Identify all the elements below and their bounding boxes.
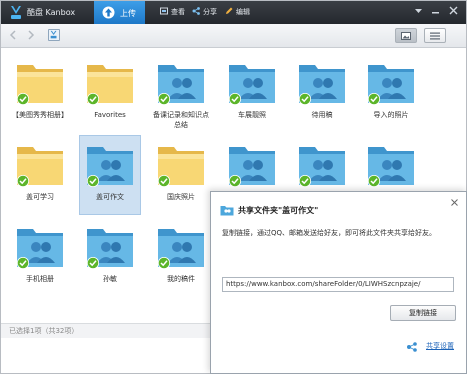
synced-check-icon	[229, 93, 241, 105]
share-folder-dialog: 共享文件夹"盖可作文" 复制链接，通过QQ、邮箱发送给好友，即可将此文件夹共享给…	[210, 191, 467, 374]
synced-check-icon	[158, 257, 170, 269]
view-icon	[160, 7, 168, 15]
synced-check-icon	[17, 175, 29, 187]
status-bar: 已选择1项（共32项）	[1, 323, 219, 338]
folder-name: 车展靓照	[238, 111, 266, 119]
copy-link-button[interactable]: 复制链接	[390, 305, 456, 321]
list-view-icon	[430, 32, 440, 40]
upload-arrow-icon	[102, 6, 115, 19]
folder-item[interactable]: 导入的照片	[361, 54, 421, 132]
pencil-icon	[226, 7, 233, 14]
root-folder-button[interactable]	[48, 29, 60, 41]
thumbnail-view-icon	[401, 32, 411, 40]
upload-label: 上传	[120, 9, 136, 18]
back-icon[interactable]	[9, 30, 17, 40]
view-label: 查看	[171, 8, 185, 16]
synced-check-icon	[158, 93, 170, 105]
synced-check-icon	[87, 175, 99, 187]
close-icon[interactable]	[449, 6, 458, 15]
navigation-bar	[1, 24, 466, 48]
folder-name: Favorites	[94, 111, 126, 119]
view-button[interactable]: 查看	[160, 7, 185, 17]
folder-item[interactable]: 备课记录和知识点总结	[151, 54, 211, 132]
thumbnail-view-button[interactable]	[395, 28, 417, 43]
folder-name: 待用稿	[311, 111, 333, 119]
edit-button[interactable]: 编辑	[225, 7, 250, 17]
synced-check-icon	[229, 175, 241, 187]
share-icon	[192, 7, 200, 15]
folder-name: 盖可作文	[96, 193, 124, 201]
folder-name: 备课记录和知识点总结	[153, 111, 209, 129]
dialog-description: 复制链接，通过QQ、邮箱发送给好友，即可将此文件夹共享给好友。	[222, 229, 437, 237]
synced-check-icon	[17, 257, 29, 269]
forward-icon[interactable]	[27, 30, 35, 40]
share-settings-link[interactable]: 共享设置	[426, 341, 454, 351]
folder-item[interactable]: 孙敏	[80, 218, 140, 296]
folder-item[interactable]: 手机相册	[10, 218, 70, 296]
app-title: 酷盘 Kanbox	[27, 8, 76, 17]
shared-folder-icon	[220, 206, 234, 216]
dialog-close-icon[interactable]	[451, 199, 458, 206]
share-label: 分享	[203, 8, 217, 16]
synced-check-icon	[368, 175, 380, 187]
kanbox-logo-icon	[11, 6, 21, 19]
settings-share-icon	[407, 342, 417, 352]
folder-name: 我的稿件	[167, 275, 195, 283]
share-button[interactable]: 分享	[192, 7, 217, 17]
folder-item[interactable]: Favorites	[80, 54, 140, 132]
title-bar: 酷盘 Kanbox 上传 查看 分享 编辑	[1, 1, 466, 24]
share-url-field[interactable]: https://www.kanbox.com/shareFolder/0/LIW…	[222, 277, 454, 292]
synced-check-icon	[158, 175, 170, 187]
folder-name: 【美图秀秀相册】	[12, 111, 68, 119]
synced-check-icon	[87, 93, 99, 105]
kanbox-home-icon	[50, 30, 57, 39]
list-view-button[interactable]	[424, 28, 446, 43]
synced-check-icon	[368, 93, 380, 105]
minimize-icon[interactable]	[431, 6, 440, 15]
folder-item[interactable]: 我的稿件	[151, 218, 211, 296]
folder-name: 孙敏	[103, 275, 117, 283]
synced-check-icon	[299, 93, 311, 105]
synced-check-icon	[299, 175, 311, 187]
folder-name: 盖可学习	[26, 193, 54, 201]
synced-check-icon	[17, 93, 29, 105]
folder-item[interactable]: 盖可作文	[79, 135, 141, 215]
folder-item[interactable]: 盖可学习	[10, 136, 70, 214]
folder-item[interactable]: 待用稿	[292, 54, 352, 132]
dialog-title: 共享文件夹"盖可作文"	[238, 206, 319, 215]
folder-item[interactable]: 【美图秀秀相册】	[10, 54, 70, 132]
folder-name: 导入的照片	[373, 111, 409, 119]
synced-check-icon	[87, 257, 99, 269]
menu-dropdown-icon[interactable]	[414, 6, 423, 15]
folder-item[interactable]: 国庆照片	[151, 136, 211, 214]
edit-label: 编辑	[236, 8, 250, 16]
upload-button[interactable]: 上传	[94, 1, 145, 24]
folder-name: 国庆照片	[167, 193, 195, 201]
folder-item[interactable]: 车展靓照	[222, 54, 282, 132]
folder-name: 手机相册	[26, 275, 54, 283]
